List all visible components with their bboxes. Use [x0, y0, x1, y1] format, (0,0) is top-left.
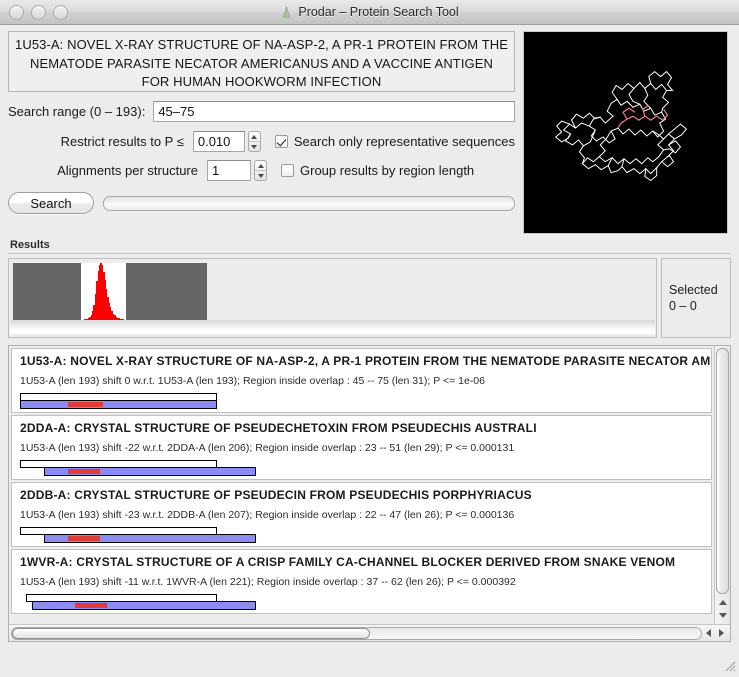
p-value-increment-button[interactable]	[249, 132, 260, 141]
results-list-panel: 1U53-A: NOVEL X-RAY STRUCTURE OF NA-ASP-…	[8, 345, 731, 642]
window-title-group: Prodar – Protein Search Tool	[0, 5, 739, 19]
group-results-checkbox[interactable]	[281, 164, 294, 177]
alignments-input[interactable]	[207, 160, 251, 181]
scroll-right-button[interactable]	[715, 627, 728, 640]
search-form: 1U53-A: NOVEL X-RAY STRUCTURE OF NA-ASP-…	[8, 31, 515, 234]
histogram-area: Selected 0 – 0	[8, 258, 731, 338]
alignments-decrement-button[interactable]	[255, 170, 266, 180]
histogram-right-region	[125, 263, 207, 320]
p-value-spinner[interactable]	[247, 131, 261, 152]
results-vertical-scrollbar[interactable]	[714, 346, 730, 624]
matched-region-marker	[68, 469, 100, 474]
representative-checkbox-row[interactable]: Search only representative sequences	[274, 134, 515, 149]
result-item[interactable]: 2DDA-A: CRYSTAL STRUCTURE OF PSEUDECHETO…	[11, 415, 712, 480]
results-divider	[8, 253, 731, 254]
protein-icon	[280, 5, 293, 19]
alignments-row: Alignments per structure Group results b…	[8, 160, 515, 181]
group-results-checkbox-label: Group results by region length	[300, 163, 475, 178]
selected-info-box: Selected 0 – 0	[661, 258, 731, 338]
zoom-button[interactable]	[53, 4, 68, 20]
region-histogram[interactable]	[8, 258, 657, 338]
search-action-row: Search	[8, 192, 515, 214]
vertical-scroll-thumb[interactable]	[716, 348, 729, 594]
results-list-body: 1U53-A: NOVEL X-RAY STRUCTURE OF NA-ASP-…	[9, 346, 730, 624]
result-item-title: 2DDB-A: CRYSTAL STRUCTURE OF PSEUDECIN F…	[20, 488, 532, 502]
results-section-label: Results	[10, 239, 50, 251]
alignment-bars[interactable]	[20, 527, 703, 543]
result-item[interactable]: 1U53-A: NOVEL X-RAY STRUCTURE OF NA-ASP-…	[11, 348, 712, 413]
resize-grip[interactable]	[722, 658, 736, 672]
representative-checkbox[interactable]	[274, 135, 288, 148]
result-item[interactable]: 1WVR-A: CRYSTAL STRUCTURE OF A CRISP FAM…	[11, 549, 712, 614]
histogram-selected-window[interactable]	[80, 263, 126, 320]
results-list[interactable]: 1U53-A: NOVEL X-RAY STRUCTURE OF NA-ASP-…	[9, 346, 714, 624]
alignment-bars[interactable]	[20, 460, 703, 476]
alignments-label: Alignments per structure	[57, 163, 198, 178]
search-button[interactable]: Search	[8, 192, 94, 214]
caret-up-icon	[718, 600, 727, 605]
scroll-left-button[interactable]	[702, 627, 715, 640]
alignment-bars[interactable]	[20, 594, 703, 610]
window-controls	[0, 4, 68, 20]
histogram-shadow	[10, 320, 655, 334]
result-item-description: 1U53-A (len 193) shift -11 w.r.t. 1WVR-A…	[20, 576, 516, 588]
horizontal-scroll-track[interactable]	[11, 626, 702, 640]
subject-alignment-bar	[20, 400, 217, 409]
result-item-title: 2DDA-A: CRYSTAL STRUCTURE OF PSEUDECHETO…	[20, 421, 537, 435]
alignment-bars[interactable]	[20, 393, 703, 409]
histogram-bars	[81, 263, 126, 320]
subject-alignment-bar	[32, 601, 256, 610]
search-range-input[interactable]	[153, 101, 515, 122]
close-button[interactable]	[9, 4, 24, 20]
result-item-title: 1WVR-A: CRYSTAL STRUCTURE OF A CRISP FAM…	[20, 555, 676, 569]
alignments-increment-button[interactable]	[255, 161, 266, 170]
matched-region-marker	[75, 603, 107, 608]
minimize-button[interactable]	[31, 4, 46, 20]
p-value-label: Restrict results to P ≤	[60, 134, 184, 149]
result-item-title: 1U53-A: NOVEL X-RAY STRUCTURE OF NA-ASP-…	[20, 354, 712, 368]
horizontal-scroll-thumb[interactable]	[12, 627, 371, 639]
result-item-description: 1U53-A (len 193) shift 0 w.r.t. 1U53-A (…	[20, 375, 485, 387]
alignments-stepper[interactable]	[207, 160, 267, 181]
page-title: 1U53-A: NOVEL X-RAY STRUCTURE OF NA-ASP-…	[8, 31, 515, 92]
status-bar	[0, 642, 739, 674]
histogram-left-region	[13, 263, 81, 320]
selected-label: Selected	[669, 283, 718, 297]
caret-up-icon	[257, 163, 264, 168]
alignments-spinner[interactable]	[254, 160, 267, 181]
search-range-row: Search range (0 – 193):	[8, 101, 515, 122]
caret-down-icon	[257, 173, 264, 178]
histogram-track	[13, 263, 207, 320]
matched-region-marker	[68, 536, 100, 541]
caret-left-icon	[706, 629, 711, 637]
protein-structure-view[interactable]	[523, 31, 728, 234]
top-panel: 1U53-A: NOVEL X-RAY STRUCTURE OF NA-ASP-…	[0, 25, 739, 234]
representative-checkbox-label: Search only representative sequences	[293, 134, 515, 149]
result-item[interactable]: 2DDB-A: CRYSTAL STRUCTURE OF PSEUDECIN F…	[11, 482, 712, 547]
application-window: Prodar – Protein Search Tool 1U53-A: NOV…	[0, 0, 739, 674]
p-value-input[interactable]	[192, 131, 245, 152]
window-title: Prodar – Protein Search Tool	[298, 5, 459, 19]
p-value-decrement-button[interactable]	[248, 141, 260, 151]
group-results-checkbox-row[interactable]: Group results by region length	[281, 163, 474, 178]
caret-up-icon	[251, 134, 258, 139]
p-value-stepper[interactable]	[192, 131, 261, 152]
caret-down-icon	[718, 613, 727, 618]
result-item-description: 1U53-A (len 193) shift -23 w.r.t. 2DDB-A…	[20, 509, 515, 521]
scroll-down-button[interactable]	[716, 609, 729, 622]
p-value-row: Restrict results to P ≤ Search only repr…	[8, 131, 515, 152]
caret-down-icon	[251, 144, 258, 149]
caret-right-icon	[719, 629, 724, 637]
matched-region-marker	[68, 402, 103, 407]
selected-value: 0 – 0	[669, 299, 697, 313]
search-range-label: Search range (0 – 193):	[8, 104, 146, 119]
search-progress-bar	[103, 195, 515, 211]
scroll-up-button[interactable]	[716, 596, 729, 609]
result-item-description: 1U53-A (len 193) shift -22 w.r.t. 2DDA-A…	[20, 442, 515, 454]
title-bar: Prodar – Protein Search Tool	[0, 0, 739, 25]
results-horizontal-scrollbar[interactable]	[9, 624, 730, 641]
